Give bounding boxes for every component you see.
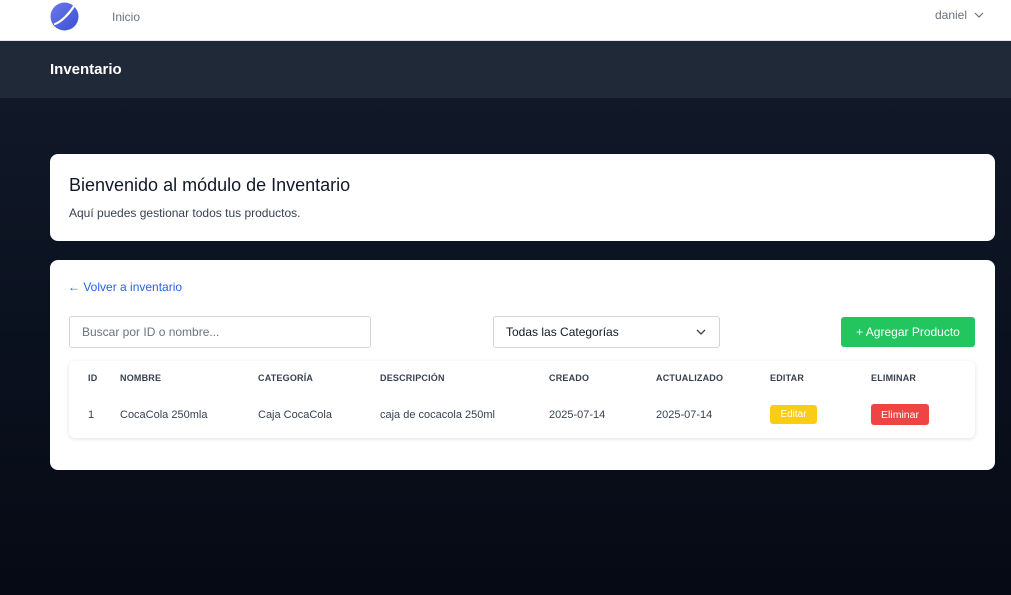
column-header-creado: CREADO [549,373,590,383]
back-to-inventory-link[interactable]: ← Volver a inventario [68,280,182,294]
column-header-editar: EDITAR [770,373,805,383]
app-logo-icon[interactable] [50,2,79,31]
welcome-card: Bienvenido al módulo de Inventario Aquí … [50,154,995,241]
welcome-title: Bienvenido al módulo de Inventario [69,175,351,195]
cell-creado: 2025-07-14 [549,408,606,421]
column-header-eliminar: ELIMINAR [871,373,917,383]
user-name: daniel [934,8,967,22]
table-header-row: ID NOMBRE CATEGORÍA DESCRIPCIÓN CREADO A… [69,361,975,391]
column-header-nombre: NOMBRE [120,373,162,383]
cell-eliminar: Eliminar [871,391,975,438]
cell-categoria: Caja CocaCola [258,408,332,421]
user-menu[interactable]: daniel [935,8,985,22]
page-title: Inventario [50,61,122,78]
column-header-descripcion: DESCRIPCIÓN [380,373,445,383]
cell-nombre: CocaCola 250mla [120,408,208,421]
top-navbar: Inicio daniel [0,0,1011,41]
edit-button[interactable]: Editar [770,405,817,424]
category-select-value: Todas las Categorías [506,325,619,339]
column-header-id: ID [88,373,98,383]
table-row: 1 CocaCola 250mla Caja CocaCola caja de … [69,391,975,438]
column-header-categoria: CATEGORÍA [258,373,314,383]
page-header: Inventario [0,41,1011,98]
nav-link-inicio[interactable]: Inicio [112,10,140,24]
cell-editar: Editar [770,391,871,438]
search-input[interactable] [69,316,371,348]
category-select[interactable]: Todas las Categorías [493,316,720,348]
delete-button[interactable]: Eliminar [871,404,929,425]
chevron-down-icon [974,12,984,18]
cell-descripcion: caja de cocacola 250ml [380,408,495,421]
products-table: ID NOMBRE CATEGORÍA DESCRIPCIÓN CREADO A… [69,361,975,438]
chevron-down-icon [696,329,706,335]
welcome-subtitle: Aquí puedes gestionar todos tus producto… [69,206,301,220]
cell-id: 1 [88,408,95,421]
add-product-button[interactable]: + Agregar Producto [841,317,975,347]
cell-actualizado: 2025-07-14 [656,408,713,421]
column-header-actualizado: ACTUALIZADO [656,373,724,383]
product-list-card: ← Volver a inventario Todas las Categorí… [50,260,995,470]
